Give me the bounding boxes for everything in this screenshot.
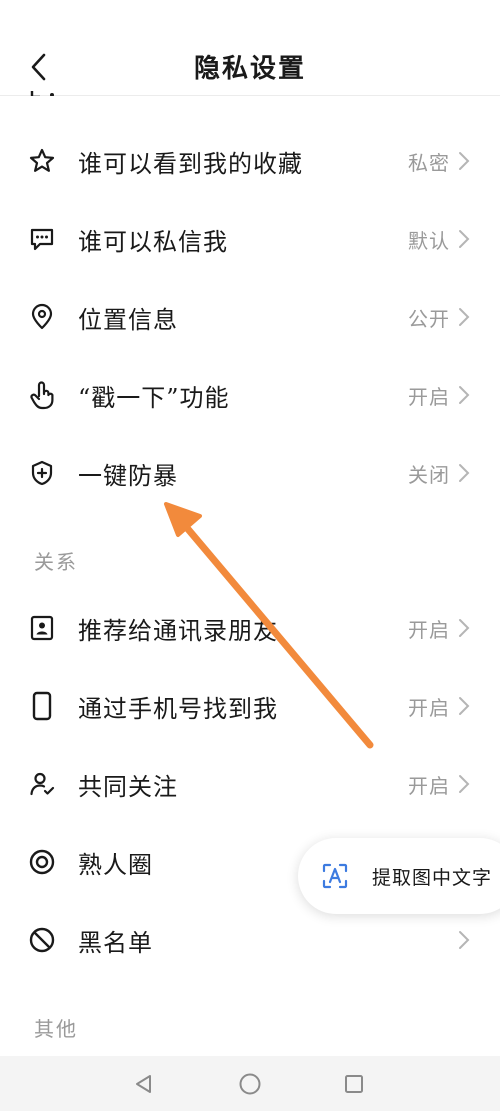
setting-label: 谁可以私信我	[78, 227, 228, 256]
chevron-right-icon	[458, 929, 474, 951]
setting-label: 位置信息	[78, 305, 178, 334]
shield-plus-icon	[27, 458, 57, 488]
system-nav-bar	[0, 1056, 500, 1111]
header-bar: 隐私设置	[0, 0, 500, 96]
poke-icon	[27, 380, 57, 410]
setting-row-poke[interactable]: “戳一下”功能 开启	[0, 356, 500, 434]
setting-value: 公开	[408, 306, 450, 331]
nav-back-button[interactable]	[130, 1070, 158, 1098]
section-title-relations: 关系	[34, 550, 78, 574]
setting-label: 黑名单	[78, 928, 153, 957]
user-check-icon	[27, 769, 57, 799]
page-title: 隐私设置	[193, 54, 306, 84]
location-icon	[27, 302, 57, 332]
setting-value: 默认	[408, 228, 450, 253]
setting-value: 关闭	[408, 462, 450, 487]
setting-label: 通过手机号找到我	[78, 694, 278, 723]
setting-label: 推荐给通讯录朋友	[78, 616, 278, 645]
setting-value: 开启	[408, 617, 450, 642]
chevron-right-icon	[458, 462, 474, 484]
chevron-right-icon	[458, 150, 474, 172]
triangle-back-icon	[136, 1075, 151, 1093]
nav-home-button[interactable]	[236, 1070, 264, 1098]
chevron-right-icon	[458, 384, 474, 406]
square-recents-icon	[345, 1075, 363, 1093]
phone-icon	[27, 691, 57, 721]
setting-label: “戳一下”功能	[78, 383, 230, 412]
setting-row-location[interactable]: 位置信息 公开	[0, 278, 500, 356]
nav-recents-button[interactable]	[340, 1070, 368, 1098]
setting-row-favorites[interactable]: 谁可以看到我的收藏 私密	[0, 122, 500, 200]
setting-value: 私密	[408, 150, 450, 175]
setting-value: 开启	[408, 773, 450, 798]
setting-label: 谁可以看到我的收藏	[78, 149, 303, 178]
contact-card-icon	[27, 613, 57, 643]
setting-row-anti-harassment[interactable]: 一键防暴 关闭	[0, 434, 500, 512]
chevron-right-icon	[458, 617, 474, 639]
setting-row-find-by-phone[interactable]: 通过手机号找到我 开启	[0, 667, 500, 745]
extract-text-label: 提取图中文字	[372, 866, 493, 889]
setting-label: 一键防暴	[78, 461, 178, 490]
circle-dot-icon	[27, 847, 57, 877]
block-icon	[27, 925, 57, 955]
text-extract-icon	[318, 859, 352, 893]
star-icon	[27, 146, 57, 176]
setting-row-mutual-follow[interactable]: 共同关注 开启	[0, 745, 500, 823]
section-title-other: 其他	[34, 1017, 78, 1041]
message-icon	[27, 224, 57, 254]
setting-label: 熟人圈	[78, 850, 153, 879]
chevron-right-icon	[458, 306, 474, 328]
chevron-right-icon	[458, 773, 474, 795]
extract-text-button[interactable]: 提取图中文字	[298, 838, 500, 914]
circle-home-icon	[239, 1073, 261, 1095]
setting-value: 开启	[408, 384, 450, 409]
chevron-right-icon	[458, 228, 474, 250]
clipped-row-icon	[30, 86, 58, 96]
setting-row-private-message[interactable]: 谁可以私信我 默认	[0, 200, 500, 278]
setting-row-recommend-contacts[interactable]: 推荐给通讯录朋友 开启	[0, 589, 500, 667]
chevron-right-icon	[458, 695, 474, 717]
setting-value: 开启	[408, 695, 450, 720]
setting-label: 共同关注	[78, 772, 178, 801]
